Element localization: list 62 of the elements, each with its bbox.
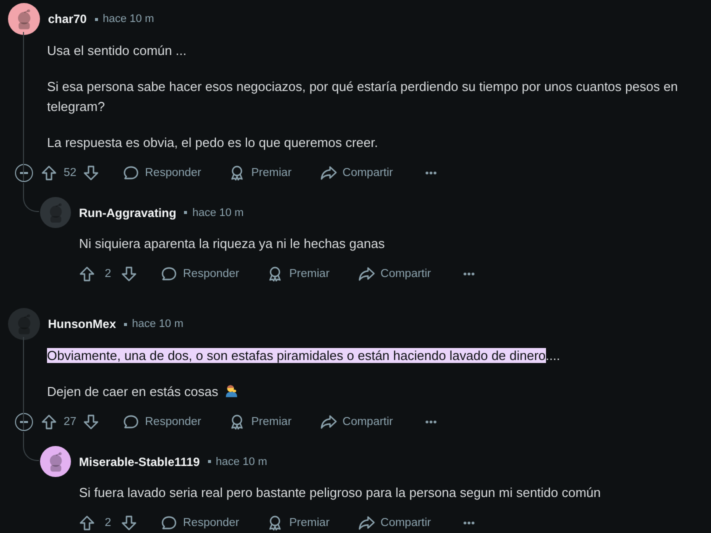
vote-count: 27 <box>63 416 77 428</box>
more-options-icon[interactable] <box>425 420 438 424</box>
collapse-thread-button[interactable] <box>15 413 33 431</box>
comment-action-button[interactable]: Compartir <box>354 266 436 282</box>
user-avatar[interactable] <box>40 446 71 477</box>
comment-text: Obviamente, una de dos, o son estafas piramidales o están haciendo lavado de dinero.... <box>47 347 562 365</box>
more-options-icon[interactable] <box>463 521 476 525</box>
comment-action-button[interactable]: Responder <box>119 165 206 181</box>
downvote-icon[interactable] <box>121 515 137 531</box>
speech-bubble-icon <box>161 266 177 282</box>
share-arrow-icon <box>320 414 337 430</box>
share-arrow-icon <box>320 165 337 181</box>
share-arrow-icon <box>358 266 375 282</box>
comment-action-button[interactable]: Compartir <box>354 515 436 531</box>
award-ribbon-icon <box>229 414 246 430</box>
speech-bubble-icon <box>123 165 139 181</box>
award-ribbon-icon <box>267 266 284 282</box>
thread-connector-line <box>23 432 39 461</box>
comment-action-button[interactable]: Compartir <box>316 414 398 430</box>
comment-time: hace 10 m <box>132 318 184 330</box>
username[interactable]: Run-Aggravating <box>79 206 176 220</box>
collapse-thread-button[interactable] <box>15 164 33 182</box>
upvote-icon[interactable] <box>79 266 95 282</box>
more-options-icon[interactable] <box>425 171 438 175</box>
share-arrow-icon <box>358 515 375 531</box>
comment-text: Si esa persona sabe hacer esos negociazos, por qué estaría perdiendo su tiempo por unos cuantos pesos en telegram? <box>47 78 679 116</box>
username[interactable]: Miserable-Stable1119 <box>79 454 200 468</box>
comment-text: La respuesta es obvia, el pedo es lo que queremos creer. <box>47 134 379 152</box>
comment-time: hace 10 m <box>192 206 244 218</box>
vote-count: 2 <box>104 268 112 280</box>
thread-connector-line <box>23 183 39 212</box>
comment-action-button[interactable]: Premiar <box>263 266 334 282</box>
award-ribbon-icon <box>267 515 284 531</box>
upvote-icon[interactable] <box>41 414 57 430</box>
upvote-icon[interactable] <box>41 165 57 181</box>
upvote-icon[interactable] <box>79 515 95 531</box>
comment-text: Si fuera lavado seria real pero bastante peligroso para la persona segun mi sentido común <box>79 484 602 502</box>
user-avatar[interactable] <box>8 3 40 35</box>
username[interactable]: char70 <box>48 12 87 26</box>
comment-action-button[interactable]: Responder <box>157 515 244 531</box>
vote-count: 2 <box>104 517 112 529</box>
downvote-icon[interactable] <box>83 165 99 181</box>
vote-count: 52 <box>63 167 77 179</box>
person-emoji-icon <box>224 383 240 398</box>
speech-bubble-icon <box>161 515 177 531</box>
downvote-icon[interactable] <box>121 266 137 282</box>
comment-text: Dejen de caer en estás cosas <box>47 382 703 402</box>
comment-time: hace 10 m <box>102 13 154 25</box>
comment-action-button[interactable]: Compartir <box>316 165 398 181</box>
comment-text: Usa el sentido común ... <box>47 42 188 60</box>
comment-action-button[interactable]: Premiar <box>225 414 296 430</box>
speech-bubble-icon <box>123 414 139 430</box>
comment-text: Ni siquiera aparenta la riqueza ya ni le hechas ganas <box>79 235 386 253</box>
comment-action-button[interactable]: Premiar <box>263 515 334 531</box>
comment-action-button[interactable]: Responder <box>119 414 206 430</box>
username[interactable]: HunsonMex <box>48 317 116 331</box>
comment-action-button[interactable]: Premiar <box>225 165 296 181</box>
downvote-icon[interactable] <box>83 414 99 430</box>
comment-time: hace 10 m <box>216 456 268 468</box>
award-ribbon-icon <box>229 165 246 181</box>
more-options-icon[interactable] <box>463 272 476 276</box>
comment-action-button[interactable]: Responder <box>157 266 244 282</box>
